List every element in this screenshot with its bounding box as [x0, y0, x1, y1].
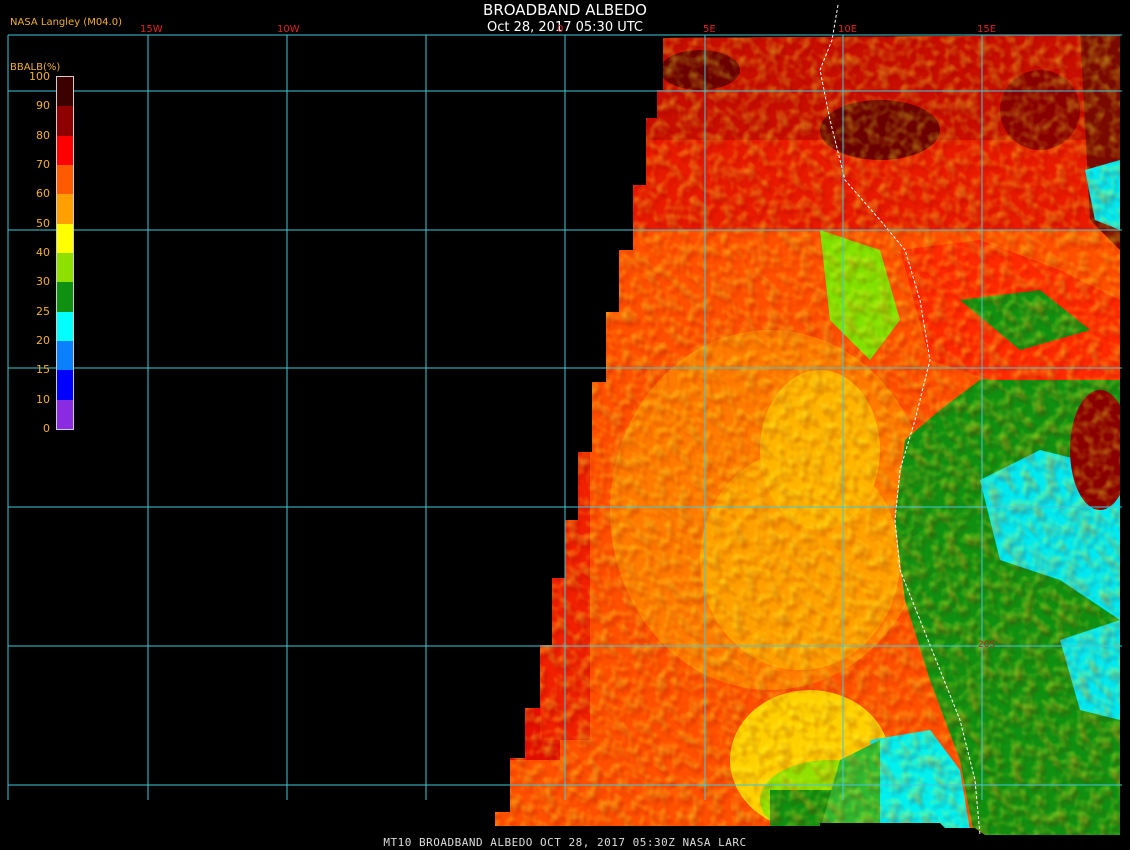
legend-swatch: [57, 282, 73, 313]
lon-label-0: 0: [557, 24, 564, 35]
albedo-color-legend: [56, 76, 74, 430]
legend-swatch: [57, 106, 73, 137]
legend-tick-label: 30: [36, 275, 50, 289]
lon-label-10w: 10W: [277, 24, 300, 35]
legend-swatch: [57, 370, 73, 401]
lon-label-15w: 15W: [140, 24, 163, 35]
map-title: BROADBAND ALBEDO: [483, 1, 647, 19]
legend-tick-label: 40: [36, 246, 50, 259]
legend-swatch: [57, 77, 73, 107]
legend-swatch: [57, 341, 73, 371]
legend-tick-label: 50: [36, 216, 50, 230]
legend-swatch: [57, 311, 73, 342]
albedo-map: [7, 4, 1122, 836]
lat-label-20s: 20S: [978, 640, 996, 650]
lon-label-10e: 10E: [838, 24, 858, 35]
legend-swatch: [57, 253, 73, 283]
legend-tick-label: 80: [36, 128, 50, 142]
satellite-swath: [495, 35, 1120, 835]
legend-swatch: [57, 194, 73, 225]
legend-tick-label: 90: [36, 99, 50, 113]
footer-caption: MT10 BROADBAND ALBEDO OCT 28, 2017 05:30…: [383, 836, 747, 849]
legend-tick-label: 10: [36, 392, 50, 406]
credit-label: NASA Langley (M04.0): [10, 17, 122, 28]
lon-label-5e: 5E: [703, 24, 716, 35]
legend-swatch: [57, 223, 73, 254]
legend-tick-label: 70: [36, 158, 50, 171]
legend-swatch: [57, 165, 73, 195]
legend-tick-label: 25: [36, 304, 50, 318]
legend-swatch: [57, 399, 73, 430]
lon-label-15e: 15E: [977, 24, 997, 35]
legend-swatch: [57, 135, 73, 166]
map-timestamp: Oct 28, 2017 05:30 UTC: [487, 20, 643, 35]
legend-tick-label: 15: [36, 363, 50, 377]
legend-tick-label: 20: [36, 334, 50, 347]
legend-tick-label: 60: [36, 187, 50, 201]
legend-tick-label: 100: [29, 70, 50, 83]
legend-tick-label: 0: [43, 422, 50, 435]
